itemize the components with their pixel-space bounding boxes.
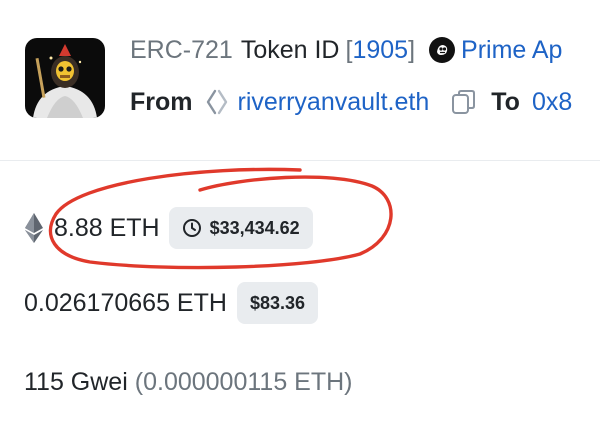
gas-price-row: 115 Gwei (0.000000115 ETH) <box>24 362 353 402</box>
from-address-link[interactable]: riverryanvault.eth <box>238 88 430 117</box>
bracket-close: ] <box>408 35 416 64</box>
fee-eth-amount: 0.026170665 ETH <box>24 288 227 317</box>
to-address-link[interactable]: 0x8 <box>532 88 572 117</box>
token-standard: ERC-721 <box>130 35 233 64</box>
to-label: To <box>491 87 520 116</box>
transaction-fee-row: 0.026170665 ETH $83.36 <box>24 281 318 325</box>
transaction-value-row: 8.88 ETH $33,434.62 <box>24 206 313 250</box>
gas-price-eth: (0.000000115 ETH) <box>134 367 353 396</box>
ethereum-icon <box>24 212 44 244</box>
prime-ape-collection-icon <box>429 37 456 63</box>
nft-thumbnail[interactable] <box>25 38 105 118</box>
transfer-from-to-row: From riverryanvault.eth To 0x8 <box>130 82 572 122</box>
token-id-label: Token ID <box>240 35 340 64</box>
clock-icon <box>182 218 210 238</box>
from-label: From <box>130 87 193 116</box>
value-eth-amount: 8.88 ETH <box>54 213 160 242</box>
value-usd-amount: $33,434.62 <box>209 217 300 238</box>
fee-usd-badge: $83.36 <box>236 282 318 324</box>
bracket-open: [ <box>345 35 353 64</box>
token-id-link[interactable]: 1905 <box>352 36 408 65</box>
section-divider <box>0 160 600 161</box>
fee-usd-amount: $83.36 <box>249 292 305 313</box>
collection-name-link[interactable]: Prime Ap <box>461 36 562 65</box>
token-header-row: ERC-721 Token ID [ 1905 ] Prime Ap <box>130 30 562 70</box>
copy-icon[interactable] <box>451 88 477 116</box>
gas-price-gwei: 115 Gwei <box>24 367 128 396</box>
ens-icon <box>205 89 229 115</box>
value-usd-badge: $33,434.62 <box>168 207 313 249</box>
